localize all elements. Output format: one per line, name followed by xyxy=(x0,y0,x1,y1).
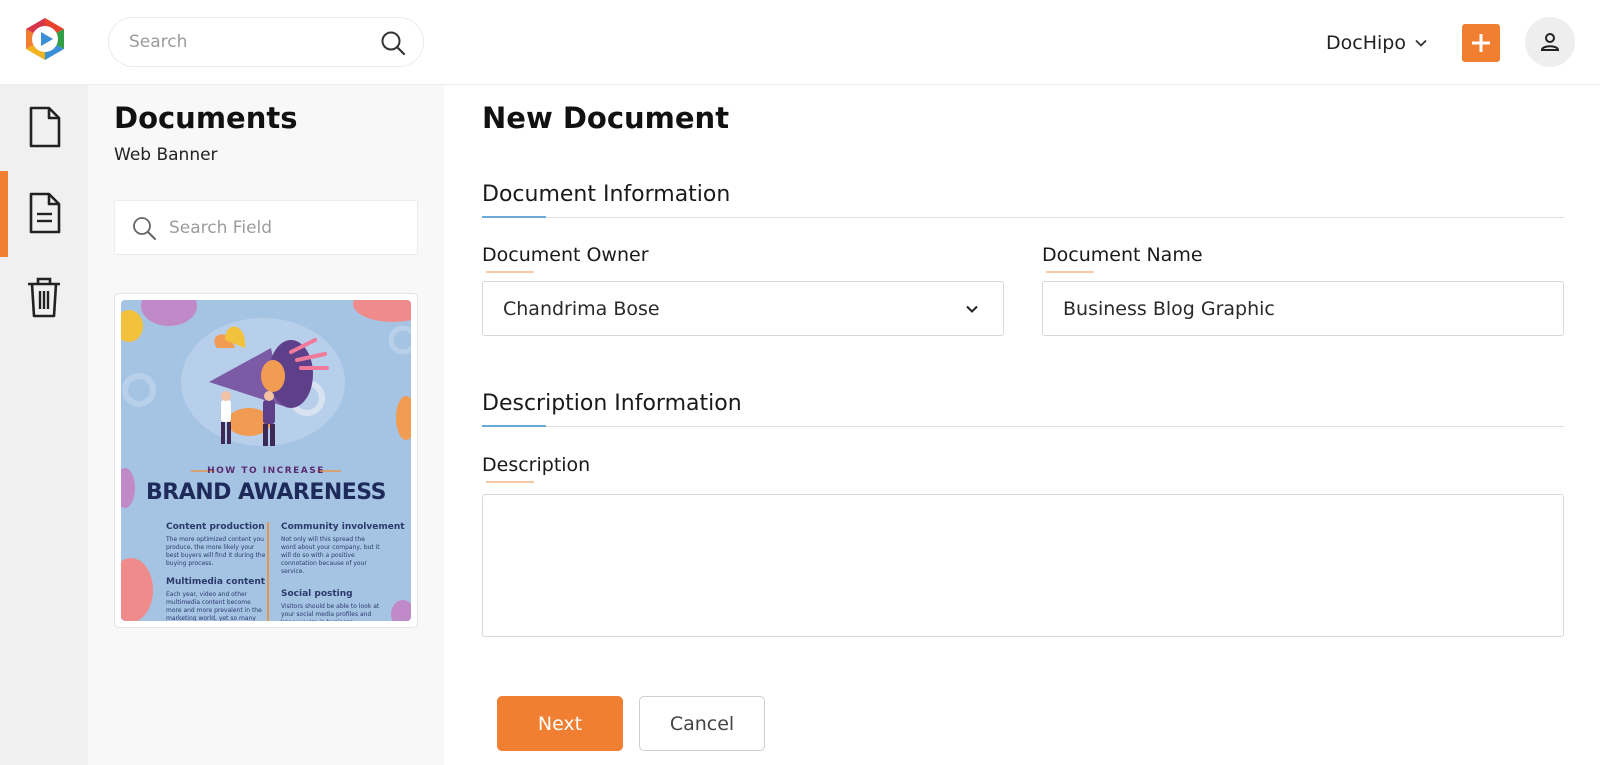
section-divider xyxy=(482,216,1564,218)
icon-rail xyxy=(0,85,88,765)
user-avatar[interactable] xyxy=(1525,17,1575,67)
trash-icon xyxy=(28,277,60,318)
section-divider xyxy=(482,425,1564,427)
rail-item-document-details[interactable] xyxy=(0,171,88,257)
plus-icon xyxy=(1472,34,1490,52)
top-search-input[interactable] xyxy=(129,18,369,66)
thumbnail-text: Visitors should be able to look at your … xyxy=(281,603,380,621)
section-title-description-information: Description Information xyxy=(482,391,742,416)
document-thumbnail-card[interactable]: HOW TO INCREASE BRAND AWARENESS Content … xyxy=(114,293,418,628)
top-search-box xyxy=(108,17,424,67)
account-label: DocHipo xyxy=(1326,32,1406,54)
section-title-document-information: Document Information xyxy=(482,182,731,207)
account-menu[interactable]: DocHipo xyxy=(1326,28,1428,58)
add-button[interactable] xyxy=(1462,24,1500,62)
thumbnail-heading: Content production xyxy=(166,522,265,532)
document-name-input[interactable] xyxy=(1042,281,1564,336)
thumbnail-eyebrow: HOW TO INCREASE xyxy=(207,466,325,476)
next-button[interactable]: Next xyxy=(497,696,623,751)
thumbnail-divider xyxy=(267,522,269,621)
thumbnail-text: The more optimized content you produce, … xyxy=(166,536,266,567)
description-label: Description xyxy=(482,454,591,483)
document-icon xyxy=(29,106,61,148)
search-icon[interactable] xyxy=(379,29,407,57)
document-lines-icon xyxy=(29,192,61,234)
panel-subtitle: Web Banner xyxy=(114,145,218,165)
dochipo-logo-icon[interactable] xyxy=(22,16,68,62)
description-textarea[interactable] xyxy=(482,494,1564,637)
thumbnail-text: Each year, video and other multimedia co… xyxy=(166,591,262,621)
document-owner-value: Chandrima Bose xyxy=(503,297,660,320)
user-icon xyxy=(1540,33,1560,51)
thumbnail-heading: Community involvement xyxy=(281,522,405,532)
panel-title: Documents xyxy=(114,101,298,135)
chevron-down-icon xyxy=(966,305,978,313)
search-icon xyxy=(131,215,157,241)
thumbnail-text: Not only will this spread the word about… xyxy=(281,536,380,575)
document-name-label: Document Name xyxy=(1042,244,1203,273)
chevron-down-icon xyxy=(1415,39,1427,47)
rail-item-documents[interactable] xyxy=(0,85,88,169)
document-owner-select[interactable]: Chandrima Bose xyxy=(482,281,1004,336)
field-search-input[interactable] xyxy=(169,201,409,254)
rail-item-trash[interactable] xyxy=(0,255,88,339)
new-document-form: New Document Document Information Docume… xyxy=(444,85,1600,765)
page-title: New Document xyxy=(482,101,730,135)
top-bar: DocHipo xyxy=(0,0,1600,85)
cancel-button[interactable]: Cancel xyxy=(639,696,765,751)
documents-panel: Documents Web Banner Search Field HOW TO… xyxy=(88,85,444,765)
thumbnail-title: BRAND AWARENESS xyxy=(145,480,387,505)
document-owner-label: Document Owner xyxy=(482,244,649,273)
field-search-box xyxy=(114,200,418,255)
thumbnail-heading: Social posting xyxy=(281,589,353,599)
document-thumbnail: HOW TO INCREASE BRAND AWARENESS Content … xyxy=(121,300,411,621)
thumbnail-heading: Multimedia content xyxy=(166,577,266,587)
